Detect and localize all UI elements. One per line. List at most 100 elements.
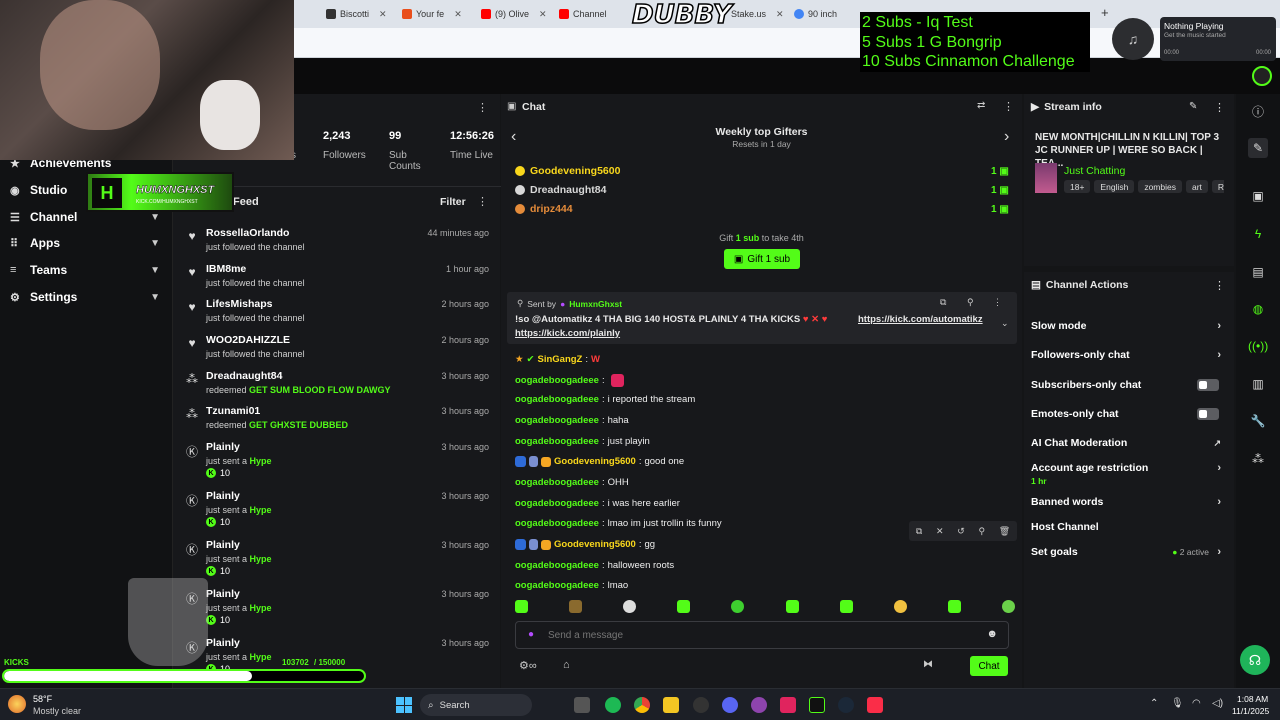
emote-icon[interactable]: [785, 600, 799, 613]
spotify-icon[interactable]: [605, 697, 621, 713]
feed-item[interactable]: ♥ IBM8me 1 hour ago just followed the chann…: [173, 259, 501, 295]
feed-username[interactable]: WOO2DAHIZZLE: [206, 334, 290, 346]
delete-icon[interactable]: 🗑: [999, 526, 1010, 537]
edit-icon[interactable]: ✎: [1189, 101, 1197, 112]
more-options-icon[interactable]: ⋮: [993, 297, 1002, 308]
chat-username[interactable]: oogadeboogadeee: [515, 477, 599, 488]
chat-message[interactable]: Goodevening5600: gg: [515, 539, 655, 550]
feed-item[interactable]: ⓀPlainly3 hours agojust sent a HypeK10: [173, 437, 501, 478]
channel-action-item[interactable]: Followers-only chat ›: [1031, 349, 1227, 361]
settings-icon[interactable]: ⚙∞: [519, 659, 537, 672]
sidebar-item-teams[interactable]: ≡ Teams ▼: [0, 257, 172, 283]
clock-time[interactable]: 1:08 AM: [1237, 694, 1268, 704]
chat-username[interactable]: Goodevening5600: [554, 539, 636, 550]
feed-item[interactable]: ⁂ Tzunami01 3 hours ago redeemed GET GHXSTE…: [173, 401, 501, 437]
browser-tab[interactable]: (9) Olive ✕: [481, 5, 547, 23]
chat-input[interactable]: [548, 627, 968, 643]
feed-username[interactable]: Plainly: [206, 637, 240, 649]
chat-message[interactable]: oogadeboogadeee: i was here earlier: [515, 498, 680, 509]
popout-icon[interactable]: ⇄: [977, 100, 985, 111]
chat-username[interactable]: oogadeboogadeee: [515, 580, 599, 591]
chrome-icon[interactable]: [634, 697, 650, 713]
new-tab-button[interactable]: +: [1101, 5, 1109, 20]
channel-action-item[interactable]: Banned words ›: [1031, 496, 1227, 508]
emote-icon[interactable]: [731, 600, 745, 613]
chat-message[interactable]: ★ ✔ SinGangZ: W: [515, 354, 600, 365]
emoji-icon[interactable]: ☻: [986, 628, 998, 640]
feed-item[interactable]: ♥ WOO2DAHIZZLE 2 hours ago just followed th…: [173, 330, 501, 366]
avatar[interactable]: [1252, 66, 1272, 86]
chat-message[interactable]: oogadeboogadeee: just playin: [515, 436, 650, 447]
emote-icon[interactable]: [515, 600, 528, 613]
feed-item[interactable]: ♥ RossellaOrlando 44 minutes ago just follo…: [173, 223, 501, 259]
chat-username[interactable]: oogadeboogadeee: [515, 375, 599, 386]
more-options-icon[interactable]: ⋮: [477, 195, 488, 208]
more-options-icon[interactable]: ⋮: [1214, 101, 1225, 114]
nodes-icon[interactable]: ⁂: [1248, 449, 1268, 469]
pin-icon[interactable]: ⚲: [978, 526, 985, 537]
browser-tab[interactable]: Channel: [559, 5, 607, 23]
gifter-row[interactable]: Dreadnaught84 1 ▣: [515, 184, 1011, 196]
feed-item[interactable]: ⓀPlainly3 hours agojust sent a HypeK10: [173, 535, 501, 576]
channel-action-item[interactable]: AI Chat Moderation ↗: [1031, 437, 1227, 449]
chat-username[interactable]: oogadeboogadeee: [515, 415, 599, 426]
windows-start-icon[interactable]: [396, 697, 412, 713]
chat-username[interactable]: SinGangZ: [538, 354, 583, 365]
edit-icon[interactable]: ✎: [1248, 138, 1268, 158]
feed-username[interactable]: IBM8me: [206, 263, 246, 275]
chat-message[interactable]: oogadeboogadeee: OHH: [515, 477, 629, 488]
mic-icon[interactable]: ●: [528, 629, 534, 640]
feed-item[interactable]: ⓀPlainly3 hours agojust sent a HypeK10: [173, 584, 501, 625]
browser-tab[interactable]: 90 inch: [794, 5, 837, 23]
channel-action-item[interactable]: Account age restriction › 1 hr: [1031, 462, 1227, 486]
taskbar-search[interactable]: ⌕ Search: [420, 694, 532, 716]
wifi-icon[interactable]: ◠: [1192, 698, 1201, 709]
emote-icon[interactable]: [623, 600, 637, 613]
feed-username[interactable]: Dreadnaught84: [206, 370, 282, 382]
emote-icon[interactable]: [677, 600, 691, 613]
more-options-icon[interactable]: ⋮: [1214, 279, 1225, 292]
chat-username[interactable]: oogadeboogadeee: [515, 498, 599, 509]
channel-action-item[interactable]: Slow mode ›: [1031, 320, 1227, 332]
pinned-message[interactable]: ⚲ Sent by ● HumxnGhxst ⧉ ⚲ ⋮ !so @Automatik…: [507, 292, 1017, 344]
tag[interactable]: 18+: [1064, 180, 1091, 193]
tag[interactable]: English: [1094, 180, 1135, 193]
chat-message[interactable]: Goodevening5600: good one: [515, 456, 684, 467]
feed-username[interactable]: RossellaOrlando: [206, 227, 289, 239]
copy-icon[interactable]: ⧉: [940, 297, 946, 308]
feed-username[interactable]: Tzunami01: [206, 405, 260, 417]
chat-message[interactable]: oogadeboogadeee: halloween roots: [515, 560, 674, 571]
chat-username[interactable]: oogadeboogadeee: [515, 518, 599, 529]
emote-icon[interactable]: [1001, 600, 1015, 613]
close-icon[interactable]: ✕: [539, 9, 547, 20]
feed-item[interactable]: ⓀPlainly3 hours agojust sent a HypeK10: [173, 486, 501, 527]
discord-icon[interactable]: [722, 697, 738, 713]
chat-username[interactable]: oogadeboogadeee: [515, 394, 599, 405]
feed-username[interactable]: Plainly: [206, 490, 240, 502]
chat-username[interactable]: oogadeboogadeee: [515, 560, 599, 571]
volume-icon[interactable]: ◁): [1212, 698, 1223, 709]
feed-username[interactable]: LifesMishaps: [206, 298, 273, 310]
gift-sub-button[interactable]: ▣ Gift 1 sub: [724, 249, 800, 269]
copy-icon[interactable]: ⧉: [916, 526, 922, 537]
tag[interactable]: art: [1185, 180, 1208, 193]
document-icon[interactable]: ▤: [1248, 262, 1268, 282]
wrench-icon[interactable]: 🔧: [1248, 411, 1268, 431]
steam-icon[interactable]: [838, 697, 854, 713]
chevron-down-icon[interactable]: ⌄: [1001, 318, 1009, 329]
broadcast-icon[interactable]: ((•)): [1248, 336, 1268, 356]
more-options-icon[interactable]: ⋮: [1003, 100, 1014, 113]
sidebar-item-apps[interactable]: ⠿ Apps ▼: [0, 230, 172, 256]
emote-icon[interactable]: [893, 600, 907, 613]
sidebar-item-settings[interactable]: ⚙ Settings ▼: [0, 284, 172, 310]
send-chat-button[interactable]: Chat: [970, 656, 1008, 676]
channel-action-item[interactable]: Subscribers-only chat: [1031, 379, 1227, 391]
close-icon[interactable]: ✕: [379, 9, 387, 20]
task-view-icon[interactable]: [574, 697, 590, 713]
tag[interactable]: Re: [1211, 180, 1224, 193]
emote-icon[interactable]: [947, 600, 961, 613]
chat-input-box[interactable]: ● ☻: [515, 621, 1009, 649]
feed-item[interactable]: ⁂ Dreadnaught84 3 hours ago redeemed GET SU…: [173, 366, 501, 402]
unpin-icon[interactable]: ⚲: [967, 297, 974, 308]
tray-chevron-icon[interactable]: ⌃: [1150, 698, 1158, 709]
